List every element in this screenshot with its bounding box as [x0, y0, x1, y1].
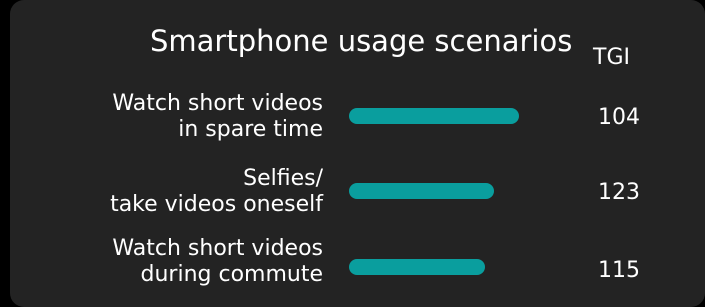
category-label-2: Selfies/ take videos oneself — [23, 166, 323, 218]
bar-3 — [349, 259, 485, 275]
category-label-3-line-1: Watch short videos — [112, 236, 323, 261]
value-label-2: 123 — [598, 180, 640, 205]
category-label-1: Watch short videos in spare time — [23, 91, 323, 143]
tgi-column-header: TGI — [593, 45, 630, 70]
category-label-1-line-2: in spare time — [178, 117, 323, 142]
category-label-3-line-2: during commute — [140, 262, 324, 287]
bar-1 — [349, 108, 519, 124]
chart-title: Smartphone usage scenarios — [150, 24, 573, 58]
bar-2 — [349, 183, 494, 199]
value-label-3: 115 — [598, 258, 640, 283]
category-label-1-line-1: Watch short videos — [112, 91, 323, 116]
category-label-2-line-1: Selfies/ — [243, 166, 323, 191]
category-label-3: Watch short videos during commute — [23, 236, 323, 288]
chart-card: Smartphone usage scenarios TGI Watch sho… — [10, 0, 705, 307]
category-label-2-line-2: take videos oneself — [110, 192, 323, 217]
value-label-1: 104 — [598, 105, 640, 130]
